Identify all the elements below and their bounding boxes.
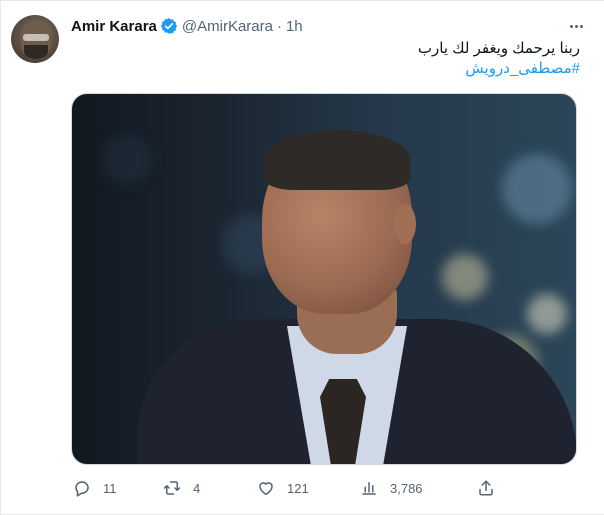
retweet-icon xyxy=(163,481,181,495)
like-button[interactable]: 121 xyxy=(257,477,309,499)
tweet-header: Amir Karara @AmirKarara · 1h xyxy=(71,16,303,36)
verified-badge-icon xyxy=(160,17,178,35)
share-icon xyxy=(479,480,493,496)
retweet-count: 4 xyxy=(193,480,201,496)
tweet-card[interactable]: Amir Karara @AmirKarara · 1h ربنا يرحمك … xyxy=(0,0,604,515)
like-count: 121 xyxy=(287,480,309,496)
tweet-photo[interactable] xyxy=(71,93,577,465)
views-count: 3,786 xyxy=(390,480,423,496)
photo-bokeh xyxy=(442,254,488,300)
avatar[interactable] xyxy=(11,15,59,63)
tweet-text: ربنا يرحمك ويغفر لك يارب xyxy=(417,40,580,57)
photo-bokeh xyxy=(502,154,572,224)
reply-icon xyxy=(75,481,89,497)
more-icon[interactable] xyxy=(566,16,586,36)
share-button[interactable] xyxy=(477,477,495,499)
photo-ear xyxy=(394,204,416,244)
reply-button[interactable]: 11 xyxy=(73,477,117,499)
avatar-glasses xyxy=(23,34,49,41)
author-name[interactable]: Amir Karara xyxy=(71,18,157,35)
reply-count: 11 xyxy=(103,480,117,496)
tweet-timestamp[interactable]: 1h xyxy=(286,18,303,35)
views-icon xyxy=(362,482,376,495)
avatar-beard xyxy=(24,45,48,59)
tweet-actions: 11 4 121 3,786 xyxy=(71,477,501,499)
photo-bokeh xyxy=(527,294,567,334)
header-separator: · xyxy=(276,17,282,35)
hashtag-link[interactable]: #مصطفى_درويش xyxy=(80,59,580,79)
like-icon xyxy=(259,482,273,496)
photo-hair xyxy=(264,130,410,190)
photo-bokeh xyxy=(102,134,152,184)
retweet-button[interactable]: 4 xyxy=(163,477,200,499)
views-button[interactable]: 3,786 xyxy=(360,477,423,499)
author-handle[interactable]: @AmirKarara xyxy=(182,18,273,35)
